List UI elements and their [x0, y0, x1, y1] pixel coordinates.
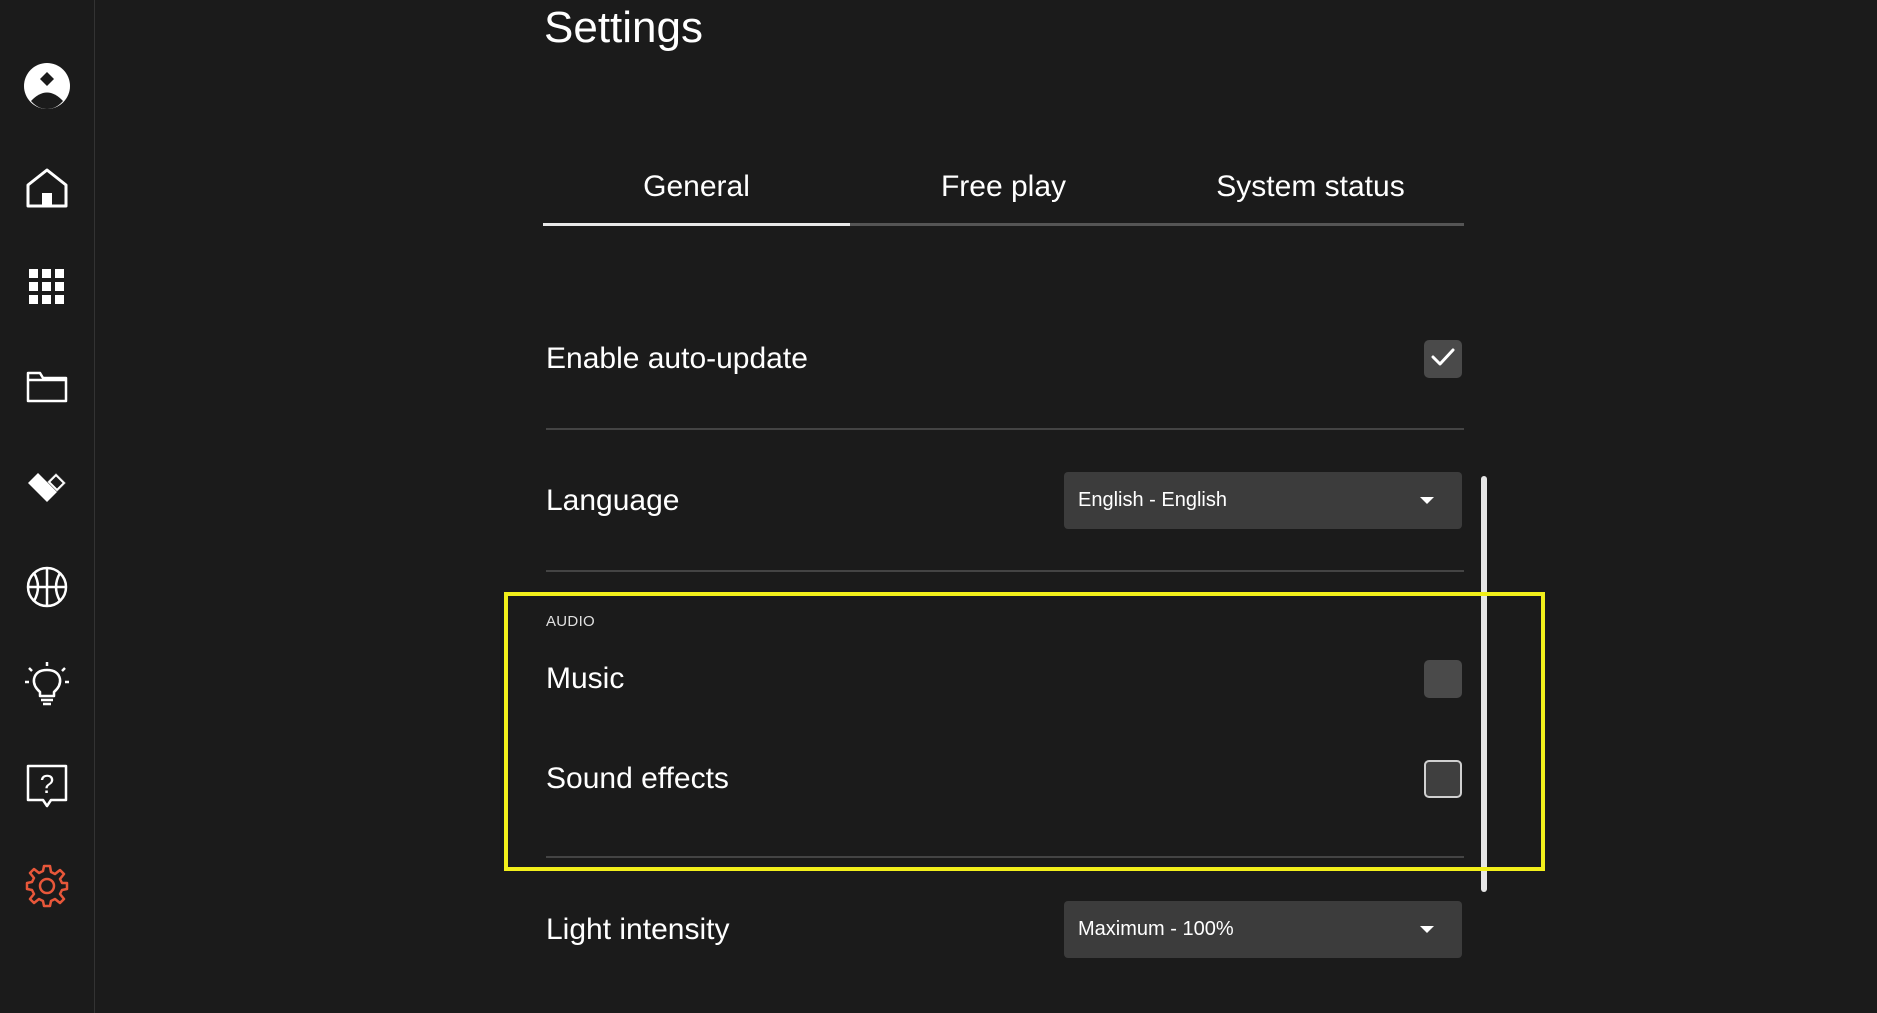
auto-update-label: Enable auto-update	[546, 342, 808, 375]
light-intensity-select-value: Maximum - 100%	[1078, 918, 1234, 940]
tab-free-play[interactable]: Free play	[850, 150, 1157, 226]
sidebar-item-brand[interactable]	[0, 447, 94, 527]
grid-icon	[29, 269, 65, 305]
divider	[546, 570, 1464, 572]
music-checkbox[interactable]	[1424, 660, 1462, 698]
lightbulb-icon	[25, 662, 69, 708]
basketball-icon	[25, 565, 69, 609]
divider	[546, 856, 1464, 858]
tab-system-status[interactable]: System status	[1157, 150, 1464, 226]
checkmark-icon	[1431, 347, 1455, 372]
sidebar-item-help[interactable]: ?	[0, 746, 94, 826]
heart-diamond-icon	[26, 470, 68, 504]
language-select-value: English - English	[1078, 489, 1227, 511]
svg-text:?: ?	[40, 769, 54, 799]
sidebar-item-files[interactable]	[0, 347, 94, 427]
light-intensity-select[interactable]: Maximum - 100%	[1064, 901, 1462, 958]
sidebar-item-ideas[interactable]	[0, 645, 94, 725]
chevron-down-icon	[1420, 497, 1434, 504]
light-intensity-label: Light intensity	[546, 913, 730, 946]
sound-effects-checkbox[interactable]	[1424, 760, 1462, 798]
gear-icon	[25, 864, 69, 908]
language-select[interactable]: English - English	[1064, 472, 1462, 529]
tab-bar: General Free play System status	[543, 150, 1464, 226]
avatar-icon	[23, 62, 71, 110]
music-label: Music	[546, 662, 625, 695]
sidebar: ?	[0, 0, 95, 1013]
folder-icon	[26, 371, 68, 403]
sound-effects-label: Sound effects	[546, 762, 729, 795]
sidebar-item-apps[interactable]	[0, 247, 94, 327]
sidebar-item-sports[interactable]	[0, 547, 94, 627]
language-label: Language	[546, 484, 680, 517]
highlight-box	[504, 592, 1545, 871]
home-icon	[25, 167, 69, 209]
chevron-down-icon	[1420, 926, 1434, 933]
scrollbar[interactable]	[1481, 476, 1487, 892]
tab-general[interactable]: General	[543, 150, 850, 226]
app-root: ? Settings General Free play System stat…	[0, 0, 1877, 1013]
sidebar-item-settings[interactable]	[0, 846, 94, 926]
sidebar-item-profile[interactable]	[0, 46, 94, 126]
page-title: Settings	[544, 3, 703, 52]
sidebar-item-home[interactable]	[0, 148, 94, 228]
audio-section-label: AUDIO	[546, 613, 596, 630]
auto-update-checkbox[interactable]	[1424, 340, 1462, 378]
help-icon: ?	[26, 764, 68, 808]
divider	[546, 428, 1464, 430]
